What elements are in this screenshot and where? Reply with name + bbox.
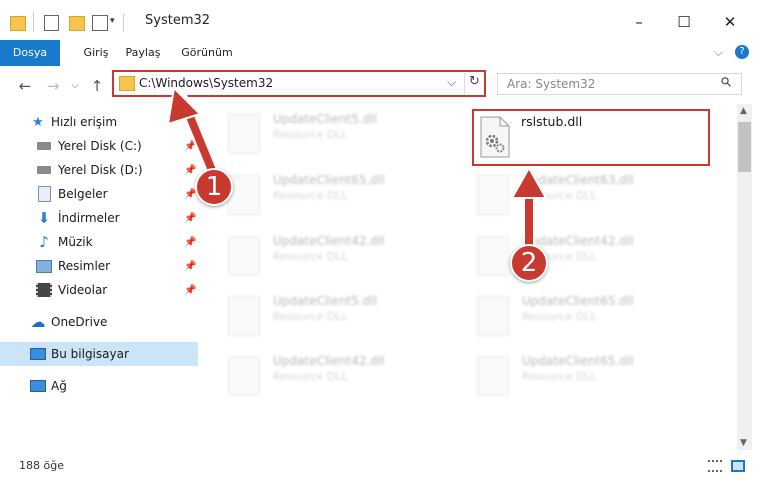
scroll-up-icon[interactable]: ▲: [740, 106, 747, 116]
annotation-badge-1: 1: [195, 168, 233, 206]
scrollbar-thumb[interactable]: [738, 122, 751, 172]
annotation-overlay: [166, 85, 548, 264]
scroll-down-icon[interactable]: ▼: [740, 438, 747, 448]
item-count: 188 öğe: [19, 459, 64, 472]
annotation-badge-2: 2: [510, 244, 548, 282]
vertical-scrollbar[interactable]: ▲ ▼: [737, 104, 752, 450]
large-icons-view-icon[interactable]: [731, 460, 745, 472]
status-bar: 188 öğe: [0, 450, 769, 488]
details-view-icon[interactable]: [708, 460, 722, 472]
